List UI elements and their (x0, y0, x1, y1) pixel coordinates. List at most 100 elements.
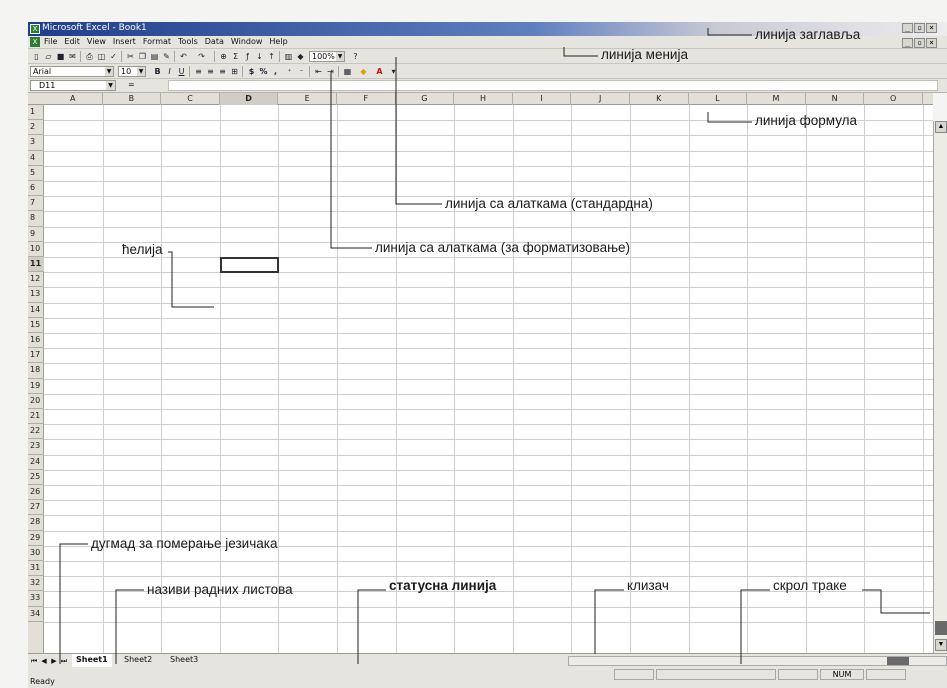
decrease-indent-icon[interactable]: ⇤ (313, 66, 324, 77)
row-header-7[interactable]: 7 (28, 196, 44, 212)
column-header-e[interactable]: E (278, 93, 337, 105)
first-sheet-icon[interactable]: ⏮ (29, 656, 39, 666)
menu-insert[interactable]: Insert (113, 37, 136, 46)
workbook-icon[interactable]: X (30, 37, 40, 47)
percent-button[interactable]: % (258, 66, 269, 77)
sort-ascending-icon[interactable]: ↓ (254, 51, 265, 62)
undo-icon[interactable]: ↶ (178, 51, 189, 62)
vertical-scrollbar[interactable]: ▲ ▼ (933, 121, 947, 653)
vertical-scroll-thumb[interactable] (935, 621, 947, 635)
row-header-31[interactable]: 31 (28, 561, 44, 577)
copy-icon[interactable]: ❐ (137, 51, 148, 62)
spelling-icon[interactable]: ✓ (108, 51, 119, 62)
row-header-12[interactable]: 12 (28, 272, 44, 288)
merge-center-icon[interactable]: ⊞ (229, 66, 240, 77)
row-header-22[interactable]: 22 (28, 424, 44, 440)
drawing-icon[interactable]: ◆ (295, 51, 306, 62)
doc-restore-icon[interactable]: ▫ (914, 38, 925, 48)
close-icon[interactable]: × (926, 23, 937, 33)
row-header-23[interactable]: 23 (28, 439, 44, 455)
autosum-icon[interactable]: Σ (230, 51, 241, 62)
fill-color-icon[interactable]: ◆ (358, 66, 369, 77)
zoom-select[interactable]: 100% ▼ (309, 51, 345, 62)
column-header-a[interactable]: A (44, 93, 103, 105)
row-header-10[interactable]: 10 (28, 242, 44, 257)
column-header-o[interactable]: O (864, 93, 923, 105)
print-preview-icon[interactable]: ◫ (96, 51, 107, 62)
help-icon[interactable]: ? (350, 51, 361, 62)
column-header-m[interactable]: M (747, 93, 806, 105)
menu-edit[interactable]: Edit (64, 37, 80, 46)
open-icon[interactable]: ▱ (43, 51, 54, 62)
underline-button[interactable]: U (176, 66, 187, 77)
italic-button[interactable]: I (164, 66, 175, 77)
excel-app-icon[interactable]: X (30, 24, 40, 34)
horizontal-scrollbar[interactable] (568, 656, 947, 666)
hyperlink-icon[interactable]: ⊕ (218, 51, 229, 62)
row-header-4[interactable]: 4 (28, 151, 44, 166)
row-header-21[interactable]: 21 (28, 409, 44, 425)
row-header-1[interactable]: 1 (28, 105, 44, 121)
row-header-30[interactable]: 30 (28, 546, 44, 561)
row-header-6[interactable]: 6 (28, 181, 44, 197)
print-icon[interactable]: ⎙ (84, 51, 95, 62)
align-left-icon[interactable]: ≡ (193, 66, 204, 77)
row-header-26[interactable]: 26 (28, 485, 44, 501)
save-icon[interactable]: ■ (55, 51, 66, 62)
row-header-15[interactable]: 15 (28, 318, 44, 333)
row-header-19[interactable]: 19 (28, 379, 44, 394)
sheet-tab-sheet2[interactable]: Sheet2 (120, 654, 156, 667)
row-header-28[interactable]: 28 (28, 515, 44, 531)
row-header-9[interactable]: 9 (28, 227, 44, 242)
active-cell[interactable] (219, 257, 280, 274)
row-header-29[interactable]: 29 (28, 531, 44, 546)
cut-icon[interactable]: ✂ (125, 51, 136, 62)
column-header-l[interactable]: L (689, 93, 748, 105)
column-header-c[interactable]: C (161, 93, 220, 105)
row-header-34[interactable]: 34 (28, 607, 44, 622)
column-header-k[interactable]: K (630, 93, 689, 105)
worksheet-grid[interactable]: ABCDEFGHIJKLMNO 1 2 3 4 5 6 7 8 9 10 11 12 13 14 15 16 1… (28, 93, 933, 653)
row-header-8[interactable]: 8 (28, 211, 44, 227)
menu-tools[interactable]: Tools (178, 37, 198, 46)
chart-wizard-icon[interactable]: ▥ (283, 51, 294, 62)
row-header-32[interactable]: 32 (28, 576, 44, 592)
doc-minimize-icon[interactable]: _ (902, 38, 913, 48)
last-sheet-icon[interactable]: ⏭ (59, 656, 69, 666)
sheet-tab-sheet3[interactable]: Sheet3 (166, 654, 202, 667)
menu-format[interactable]: Format (143, 37, 171, 46)
redo-icon[interactable]: ↷ (196, 51, 207, 62)
align-right-icon[interactable]: ≡ (217, 66, 228, 77)
row-header-33[interactable]: 33 (28, 591, 44, 607)
row-header-18[interactable]: 18 (28, 363, 44, 379)
increase-decimal-icon[interactable]: ⁺ (284, 66, 295, 77)
menu-window[interactable]: Window (231, 37, 263, 46)
new-icon[interactable]: ▯ (31, 51, 42, 62)
prev-sheet-icon[interactable]: ◀ (39, 656, 49, 666)
borders-icon[interactable]: ▦ (342, 66, 353, 77)
column-header-i[interactable]: I (513, 93, 572, 105)
menu-help[interactable]: Help (269, 37, 287, 46)
menu-view[interactable]: View (87, 37, 106, 46)
scroll-down-icon[interactable]: ▼ (935, 639, 947, 651)
comma-button[interactable]: , (270, 66, 281, 77)
row-header-24[interactable]: 24 (28, 455, 44, 470)
paste-icon[interactable]: ▤ (149, 51, 160, 62)
doc-close-icon[interactable]: × (926, 38, 937, 48)
row-header-13[interactable]: 13 (28, 287, 44, 303)
column-header-b[interactable]: B (103, 93, 162, 105)
row-header-27[interactable]: 27 (28, 500, 44, 516)
row-header-11[interactable]: 11 (28, 257, 44, 273)
row-header-16[interactable]: 16 (28, 333, 44, 349)
font-size-select[interactable]: 10 ▼ (118, 66, 146, 77)
mail-icon[interactable]: ✉ (67, 51, 78, 62)
row-header-20[interactable]: 20 (28, 394, 44, 409)
currency-button[interactable]: $ (246, 66, 257, 77)
row-header-5[interactable]: 5 (28, 166, 44, 181)
scroll-up-icon[interactable]: ▲ (935, 121, 947, 133)
font-color-icon[interactable]: A (374, 66, 385, 77)
function-icon[interactable]: ƒ (242, 51, 253, 62)
sort-descending-icon[interactable]: ↑ (266, 51, 277, 62)
toolbar-options-icon[interactable]: ▾ (388, 66, 399, 77)
decrease-decimal-icon[interactable]: ⁻ (296, 66, 307, 77)
